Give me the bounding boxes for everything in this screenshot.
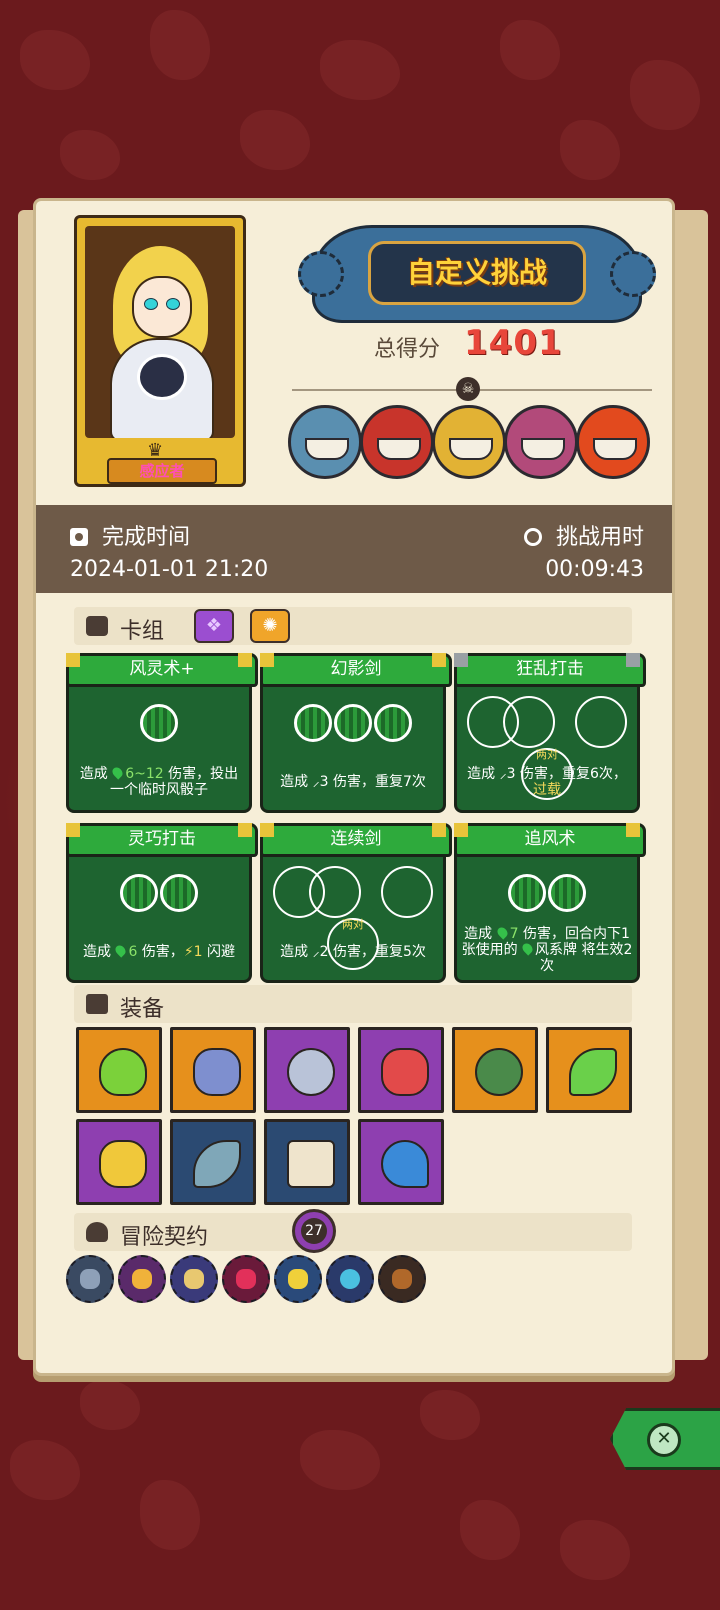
deck-card[interactable]: 狂乱打击 两对 造成 ⸝3 伤害，重复6次， 过载	[454, 653, 646, 813]
hero-card[interactable]: ♛ 感应者	[74, 215, 246, 487]
pair-label: 两对	[342, 918, 364, 931]
completion-time-label: 完成时间	[102, 525, 191, 550]
golden-box-icon[interactable]	[76, 1119, 162, 1205]
card-description: 造成 6 伤害，⚡1 闪避	[82, 943, 236, 960]
pact-count: 27	[301, 1218, 327, 1244]
scroll-icon[interactable]	[264, 1119, 350, 1205]
equipment-section-header: 装备	[74, 985, 632, 1023]
dice-slot	[334, 704, 372, 742]
card-description: 造成 ⸝3 伤害，重复7次	[280, 774, 426, 790]
box-icon	[86, 994, 108, 1014]
green-potion-icon[interactable]	[76, 1027, 162, 1113]
deck-title: 卡组	[120, 619, 165, 644]
gear-icon-right	[610, 251, 656, 297]
cards-icon	[86, 616, 108, 636]
robot-companion-icon	[137, 354, 187, 400]
equipment-title: 装备	[120, 997, 165, 1022]
dice-slot	[294, 704, 332, 742]
stopwatch-icon	[523, 528, 542, 546]
duration-value: 00:09:43	[545, 557, 644, 582]
cake-pact-icon[interactable]	[170, 1255, 218, 1303]
deck-section-header: 卡组 ❖ ✺	[74, 607, 632, 645]
spiral-element-icon[interactable]: ✺	[250, 609, 290, 643]
boss-portrait[interactable]	[504, 405, 578, 479]
dice-slot	[140, 704, 178, 742]
time-bar: 完成时间 2024-01-01 21:20 挑战用时 00:09:43	[36, 505, 672, 593]
challenge-title: 自定义挑战	[368, 241, 586, 305]
flame-pact-icon[interactable]	[118, 1255, 166, 1303]
pipe-icon[interactable]	[378, 1255, 426, 1303]
dice-slot	[548, 874, 586, 912]
boss-portrait[interactable]	[360, 405, 434, 479]
dice-slot	[502, 696, 555, 748]
deck-card[interactable]: 风灵术+ 造成 6~12 伤害，投出一个临时风骰子	[66, 653, 258, 813]
deck-card[interactable]: 幻影剑 造成 ⸝3 伤害，重复7次	[260, 653, 452, 813]
duration-label-row: 挑战用时	[523, 519, 644, 551]
wind-element-icon[interactable]: ❖	[194, 609, 234, 643]
card-description: 造成 7 伤害，回合内下1张使用的 风系牌 将生效2次	[461, 925, 633, 974]
pair-label: 两对	[536, 748, 558, 761]
deck-card[interactable]: 灵巧打击 造成 6 伤害，⚡1 闪避	[66, 823, 258, 983]
close-icon: ✕	[647, 1423, 681, 1457]
yellow-hand-icon[interactable]	[274, 1255, 322, 1303]
score-value: 1401	[464, 323, 563, 363]
dice-slot	[374, 704, 412, 742]
result-panel: ♛ 感应者 自定义挑战 总得分 1401 ☠ 完成时间 2024-01-01 2…	[33, 198, 675, 1376]
dice-slot	[120, 874, 158, 912]
boss-portrait[interactable]	[432, 405, 506, 479]
pacts-section-header: 冒险契约 27	[74, 1209, 632, 1253]
boss-portrait[interactable]	[288, 405, 362, 479]
completion-time-value: 2024-01-01 21:20	[70, 557, 269, 582]
card-description: 造成 ⸝2 伤害，重复5次	[280, 944, 426, 960]
dice-slot	[575, 696, 628, 748]
card-name: 风灵术+	[129, 659, 195, 679]
person-icon	[86, 1222, 108, 1242]
dice-slot	[160, 874, 198, 912]
crescent-blade-icon[interactable]	[358, 1119, 444, 1205]
skull-icon: ☠	[456, 377, 480, 401]
card-name: 连续剑	[330, 829, 382, 849]
hero-portrait	[85, 226, 235, 438]
pacts-title: 冒险契约	[120, 1225, 209, 1250]
deck-card[interactable]: 追风术 造成 7 伤害，回合内下1张使用的 风系牌 将生效2次	[454, 823, 646, 983]
gear-icon-left	[298, 251, 344, 297]
card-name: 狂乱打击	[516, 659, 584, 679]
card-description: 造成 6~12 伤害，投出一个临时风骰子	[79, 765, 239, 798]
turtle-shell-icon[interactable]	[452, 1027, 538, 1113]
completion-time-label-row: 完成时间	[70, 519, 190, 551]
dice-slot	[508, 874, 546, 912]
challenge-banner: 自定义挑战	[298, 225, 656, 323]
card-name: 追风术	[524, 829, 576, 849]
red-cloak-icon[interactable]	[358, 1027, 444, 1113]
deck-card[interactable]: 连续剑 两对 造成 ⸝2 伤害，重复5次	[260, 823, 452, 983]
spiral-eye-icon[interactable]	[326, 1255, 374, 1303]
card-name: 幻影剑	[330, 659, 382, 679]
pact-count-badge: 27	[292, 1209, 336, 1253]
duration-label: 挑战用时	[555, 525, 644, 550]
close-button[interactable]: ✕	[610, 1408, 720, 1470]
dice-slot	[381, 866, 434, 918]
scythe-blade-icon[interactable]	[170, 1119, 256, 1205]
card-description: 造成 ⸝3 伤害，重复6次， 过载	[467, 766, 627, 798]
dice-slot	[308, 866, 361, 918]
card-name: 灵巧打击	[128, 829, 196, 849]
score-label: 总得分	[374, 337, 441, 362]
film-icon	[70, 528, 88, 546]
boss-list	[288, 405, 658, 489]
green-feather-icon[interactable]	[546, 1027, 632, 1113]
battle-axe-icon[interactable]	[170, 1027, 256, 1113]
pact-list	[66, 1255, 466, 1307]
diamond-ring-icon[interactable]	[264, 1027, 350, 1113]
boss-portrait[interactable]	[576, 405, 650, 479]
hero-name: 感应者	[107, 458, 217, 484]
heart-question-icon[interactable]	[222, 1255, 270, 1303]
question-shield-icon[interactable]	[66, 1255, 114, 1303]
